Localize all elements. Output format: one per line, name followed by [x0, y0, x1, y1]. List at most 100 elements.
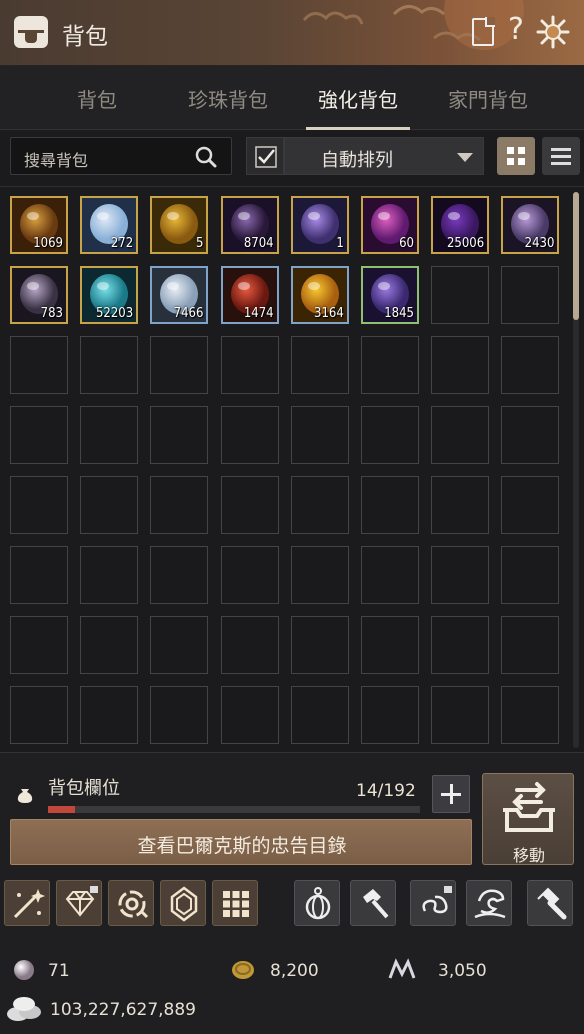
magic-wand-button[interactable] [4, 880, 50, 926]
tab-inventory[interactable]: 背包 [32, 84, 162, 113]
empty-inventory-slot[interactable] [80, 546, 139, 604]
empty-inventory-slot[interactable] [80, 686, 139, 744]
inventory-item-slot[interactable]: 7466 [150, 266, 209, 324]
grid-view-button[interactable] [497, 137, 535, 175]
empty-inventory-slot[interactable] [10, 686, 68, 744]
auto-sort-checkbox[interactable] [246, 137, 284, 175]
empty-inventory-slot[interactable] [431, 686, 490, 744]
empty-inventory-slot[interactable] [431, 476, 490, 534]
empty-inventory-slot[interactable] [80, 406, 139, 464]
empty-inventory-slot[interactable] [501, 476, 560, 534]
inventory-grid: 1069 272 5 8704 1 60 25006 2430 783 52203 7466 1474… [0, 186, 584, 752]
empty-inventory-slot[interactable] [501, 686, 560, 744]
tab-pearl-inventory[interactable]: 珍珠背包 [163, 84, 293, 113]
empty-inventory-slot[interactable] [150, 616, 209, 674]
empty-inventory-slot[interactable] [501, 336, 560, 394]
empty-inventory-slot[interactable] [501, 616, 560, 674]
empty-inventory-slot[interactable] [80, 476, 139, 534]
empty-inventory-slot[interactable] [431, 406, 490, 464]
empty-inventory-slot[interactable] [150, 336, 209, 394]
inventory-item-slot[interactable]: 783 [10, 266, 68, 324]
tab-family-inventory[interactable]: 家門背包 [423, 84, 553, 113]
empty-inventory-slot[interactable] [150, 476, 209, 534]
empty-inventory-slot[interactable] [501, 406, 560, 464]
empty-inventory-slot[interactable] [361, 406, 419, 464]
inventory-item-slot[interactable]: 1845 [361, 266, 419, 324]
empty-inventory-slot[interactable] [10, 546, 68, 604]
empty-inventory-slot[interactable] [150, 406, 209, 464]
crystal-button[interactable] [160, 880, 206, 926]
empty-inventory-slot[interactable] [290, 616, 349, 674]
empty-inventory-slot[interactable] [290, 476, 349, 534]
inventory-item-slot[interactable]: 25006 [431, 196, 490, 254]
empty-inventory-slot[interactable] [220, 476, 279, 534]
inventory-item-slot[interactable]: 1 [290, 196, 349, 254]
empty-inventory-slot[interactable] [431, 616, 490, 674]
empty-inventory-slot[interactable] [290, 336, 349, 394]
empty-inventory-slot[interactable] [361, 476, 419, 534]
empty-inventory-slot[interactable] [80, 336, 139, 394]
inventory-item-slot[interactable]: 2430 [501, 196, 560, 254]
crystal-icon [170, 886, 198, 922]
move-button[interactable]: 移動 [482, 773, 574, 865]
inventory-item-slot[interactable]: 272 [80, 196, 139, 254]
empty-inventory-slot[interactable] [150, 546, 209, 604]
search-input[interactable]: 搜尋背包 [10, 137, 232, 175]
view-advice-button[interactable]: 查看巴爾克斯的忠告目錄 [10, 819, 472, 865]
empty-inventory-slot[interactable] [220, 616, 279, 674]
empty-inventory-slot[interactable] [290, 686, 349, 744]
empty-inventory-slot[interactable] [501, 546, 560, 604]
capacity-bar-fill [48, 806, 75, 813]
hammer-button[interactable] [350, 880, 396, 926]
inventory-item-slot[interactable]: 5 [150, 196, 209, 254]
help-icon[interactable]: ? [508, 12, 524, 47]
expand-capacity-button[interactable] [432, 775, 470, 813]
anvil-hammer-icon [537, 887, 567, 920]
empty-inventory-slot[interactable] [361, 686, 419, 744]
empty-inventory-slot[interactable] [220, 546, 279, 604]
diamond-button[interactable] [56, 880, 102, 926]
magic-wand-icon [13, 889, 45, 919]
empty-inventory-slot[interactable] [361, 546, 419, 604]
empty-inventory-slot[interactable] [431, 336, 490, 394]
empty-inventory-slot[interactable] [80, 616, 139, 674]
inventory-item-slot[interactable]: 60 [361, 196, 419, 254]
search-icon[interactable] [195, 146, 217, 168]
inventory-item-slot[interactable]: 52203 [80, 266, 139, 324]
swirl-button[interactable] [410, 880, 456, 926]
empty-inventory-slot[interactable] [220, 686, 279, 744]
anvil-hammer-button[interactable] [527, 880, 573, 926]
pearl-icon [14, 960, 34, 980]
empty-inventory-slot[interactable] [150, 686, 209, 744]
lantern-button[interactable] [294, 880, 340, 926]
empty-inventory-slot[interactable] [290, 546, 349, 604]
inventory-item-slot[interactable]: 1474 [220, 266, 279, 324]
empty-inventory-slot[interactable] [10, 476, 68, 534]
empty-inventory-slot[interactable] [361, 336, 419, 394]
tab-enhancement-inventory[interactable]: 強化背包 [293, 84, 423, 113]
inventory-item-slot[interactable]: 1069 [10, 196, 68, 254]
dragon-button[interactable] [466, 880, 512, 926]
empty-inventory-slot[interactable] [290, 406, 349, 464]
empty-inventory-slot[interactable] [220, 336, 279, 394]
empty-inventory-slot[interactable] [10, 406, 68, 464]
grid-slots-button[interactable] [212, 880, 258, 926]
list-view-button[interactable] [542, 137, 580, 175]
dragon-icon [474, 889, 506, 919]
inventory-item-slot[interactable]: 8704 [220, 196, 279, 254]
document-icon[interactable] [472, 17, 495, 46]
refresh-gear-button[interactable] [108, 880, 154, 926]
inventory-item-slot[interactable]: 3164 [290, 266, 349, 324]
empty-inventory-slot[interactable] [501, 266, 560, 324]
empty-inventory-slot[interactable] [10, 616, 68, 674]
empty-inventory-slot[interactable] [431, 546, 490, 604]
scrollbar-thumb[interactable] [573, 192, 579, 320]
empty-inventory-slot[interactable] [10, 336, 68, 394]
empty-inventory-slot[interactable] [220, 406, 279, 464]
empty-inventory-slot[interactable] [431, 266, 490, 324]
bag-icon [14, 16, 48, 48]
sort-dropdown[interactable]: 自動排列 [284, 137, 484, 175]
item-count: 52203 [95, 306, 134, 321]
settings-flower-icon[interactable] [535, 14, 571, 50]
empty-inventory-slot[interactable] [361, 616, 419, 674]
